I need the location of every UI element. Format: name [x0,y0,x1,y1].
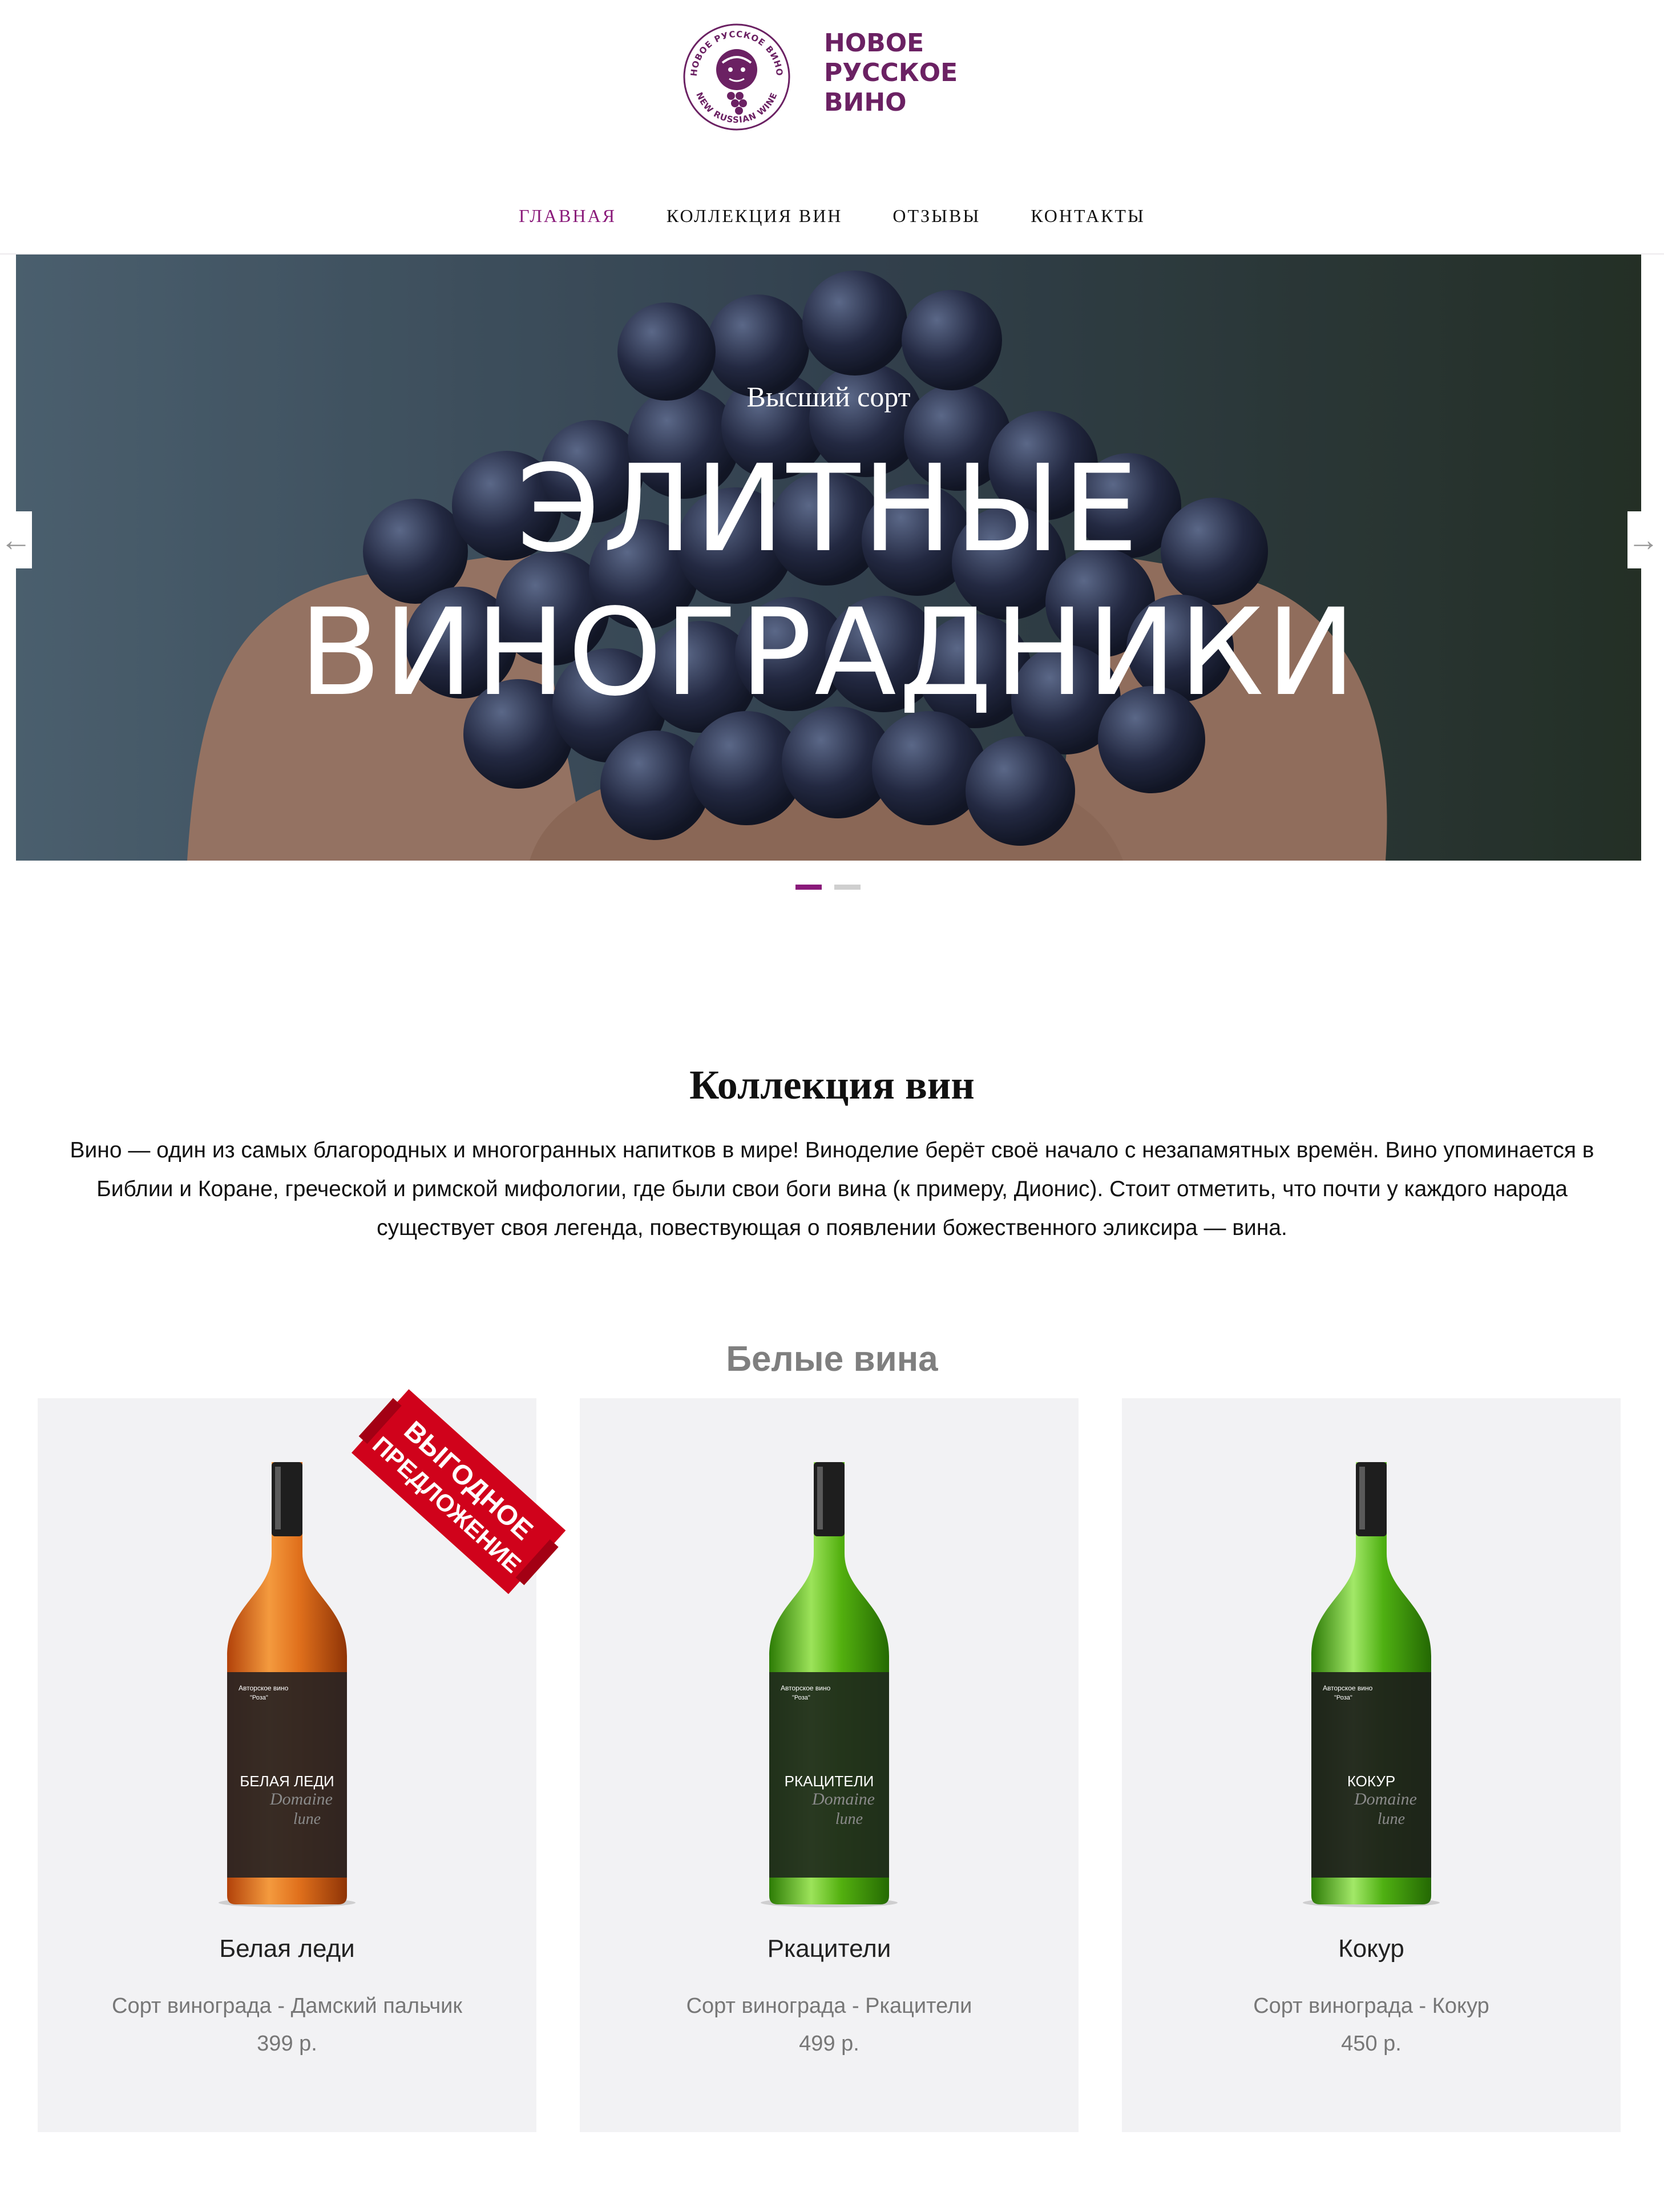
product-variety: Сорт винограда - Кокур [1253,1994,1489,2018]
slider-dot[interactable] [795,885,822,890]
nav-item-home[interactable]: ГЛАВНАЯ [519,197,616,234]
slider-dot[interactable] [834,885,861,890]
label-top2: "Роза" [792,1694,810,1701]
slider-prev-button[interactable]: ← [0,511,32,568]
label-script: Domaine [269,1790,333,1809]
wine-bottle-image: Авторское вино "Роза" КОКУР Domaine lune [1303,1462,1440,1907]
hero-eyebrow: Высший сорт [746,381,911,413]
product-variety: Сорт винограда - Дамский пальчик [112,1994,462,2018]
arrow-right-icon: → [1627,522,1659,558]
product-name[interactable]: Кокур [1122,1935,1621,1963]
label-top2: "Роза" [1334,1694,1352,1701]
product-card[interactable]: Авторское вино "Роза" КОКУР Domaine lune… [1122,1398,1621,2132]
brand-name-line: РУССКОЕ [824,58,958,87]
product-price: 399 р. [257,2032,317,2056]
arrow-left-icon: ← [0,522,32,558]
product-name[interactable]: Ркацители [580,1935,1079,1963]
label-top: Авторское вино [781,1684,831,1692]
slider-next-button[interactable]: → [1627,511,1659,568]
brand-name-line: ВИНО [824,88,907,117]
hero-title-line: ВИНОГРАДНИКИ [299,583,1358,722]
collection-description: Вино — один из самых благородных и много… [70,1138,1594,1240]
product-name[interactable]: Белая леди [38,1935,536,1963]
label-script-2: lune [293,1810,321,1828]
label-script: Domaine [811,1790,875,1809]
special-offer-badge: ВЫГОДНОЕ ПРЕДЛОЖЕНИЕ [351,1389,566,1595]
nav-item-reviews[interactable]: ОТЗЫВЫ [892,197,980,234]
main-nav: ГЛАВНАЯ КОЛЛЕКЦИЯ ВИН ОТЗЫВЫ КОНТАКТЫ [0,197,1664,234]
nav-item-contacts[interactable]: КОНТАКТЫ [1031,197,1145,234]
label-top2: "Роза" [250,1694,268,1701]
collection-title: Коллекция вин [689,1062,975,1108]
wine-bottle-image: Авторское вино "Роза" БЕЛАЯ ЛЕДИ Domaine… [219,1462,356,1907]
slider-pagination [795,885,870,890]
nav-item-collection[interactable]: КОЛЛЕКЦИЯ ВИН [667,197,842,234]
brand-name: НОВОЕ РУССКОЕ ВИНО [824,29,984,118]
product-price: 450 р. [1341,2032,1402,2056]
label-script-2: lune [835,1810,863,1828]
label-script-2: lune [1378,1810,1405,1828]
brand-name-line: НОВОЕ [824,29,924,58]
wine-bottle-image: Авторское вино "Роза" РКАЦИТЕЛИ Domaine … [761,1462,898,1907]
label-name: КОКУР [1347,1773,1395,1790]
product-card[interactable]: Авторское вино "Роза" РКАЦИТЕЛИ Domaine … [580,1398,1079,2132]
product-price: 499 р. [799,2032,859,2056]
label-script: Domaine [1354,1790,1417,1809]
logo-emblem-icon: НОВОЕ РУССКОЕ ВИНО NEW RUSSIAN WINE [683,23,790,131]
white-wines-title: Белые вина [726,1339,938,1379]
label-top: Авторское вино [1323,1684,1373,1692]
hero-slider: Высший сорт ЭЛИТНЫЕ ВИНОГРАДНИКИ [16,255,1641,861]
label-name: БЕЛАЯ ЛЕДИ [240,1773,334,1790]
brand-logo[interactable]: НОВОЕ РУССКОЕ ВИНО NEW RUSSIAN WINE НОВО… [682,23,979,131]
product-variety: Сорт винограда - Ркацители [686,1994,972,2018]
hero-title-line: ЭЛИТНЫЕ [516,439,1141,579]
label-name: РКАЦИТЕЛИ [785,1773,874,1790]
hero-title: ЭЛИТНЫЕ ВИНОГРАДНИКИ [16,437,1641,725]
label-top: Авторское вино [239,1684,289,1692]
